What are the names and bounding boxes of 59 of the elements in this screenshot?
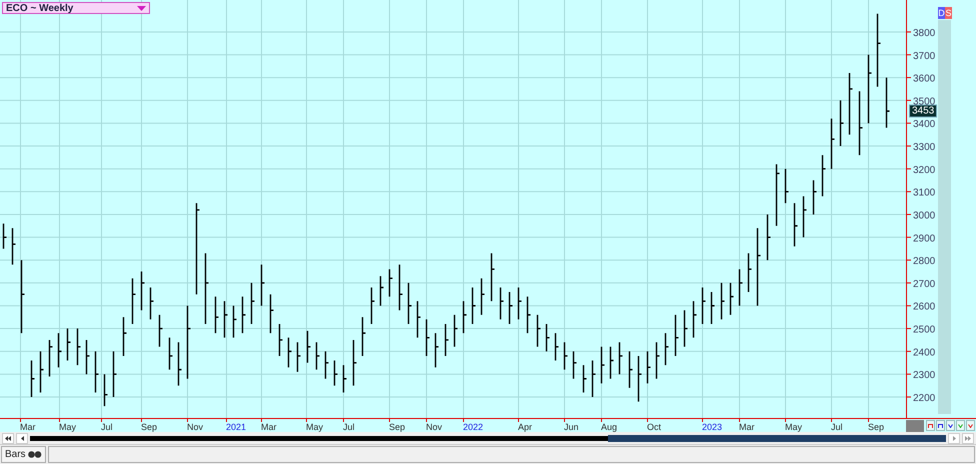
x-axis-label: Jul [831,422,843,432]
scroll-thumb[interactable] [608,434,946,442]
chart-tool-button[interactable] [926,420,935,431]
chart-tool-button[interactable] [966,420,975,431]
x-axis-label: Apr [518,422,532,432]
chart-tool-button[interactable] [946,420,955,431]
x-axis-label: 2021 [226,422,246,432]
x-axis-label: Jun [564,422,579,432]
x-axis-label: Nov [426,422,442,432]
y-axis-label: 3600 [913,74,936,85]
x-axis-label: Oct [647,422,662,432]
y-axis-label: 2500 [913,324,936,336]
last-price-tag: 3453 [909,104,938,118]
y-axis-label: 3100 [913,188,936,199]
double-left-icon [5,436,11,440]
x-axis-label: Mar [261,422,276,432]
dots-icon [28,451,42,458]
chart-title-dropdown[interactable]: ECO ~ Weekly [2,2,150,14]
scroll-left-button[interactable] [16,432,28,444]
x-axis-label: Sep [389,422,406,432]
y-axis-label: 3300 [913,142,936,154]
y-axis-label: 3400 [913,119,936,130]
scroll-start-button[interactable] [2,432,14,444]
double-right-icon [965,436,971,440]
y-axis-label: 3700 [913,50,936,62]
x-axis-label: Aug [601,422,618,432]
y-axis-label: 2300 [913,370,936,382]
right-triangle-icon [952,436,956,440]
x-axis-label: May [785,422,802,432]
y-axis-label: 2400 [913,347,936,358]
y-axis-label: 2900 [913,233,936,244]
y-axis-label: 3800 [913,28,936,39]
left-triangle-icon [20,436,24,440]
chart-tool-button[interactable] [936,420,945,431]
chart-title: ECO ~ Weekly [6,2,74,14]
scroll-end-button[interactable] [962,432,974,444]
x-axis-label: Mar [739,422,754,432]
x-axis-label: 2022 [463,422,484,432]
x-axis-label: Sep [141,422,158,432]
y-axis-label: 2200 [913,393,936,404]
x-axis-label: Mar [20,422,36,432]
x-axis-label: Jul [343,422,355,432]
scroll-track[interactable] [30,436,946,440]
scale-badge[interactable]: D [938,7,945,19]
y-axis-label: 3000 [913,210,936,222]
x-axis-label: Jul [101,422,113,432]
x-axis-label: May [306,422,324,432]
y-axis-label: 2700 [913,278,936,290]
y-axis-label: 3500 [913,96,936,108]
y-axis-label: 2800 [913,256,936,268]
bars-tab[interactable]: Bars [1,446,46,463]
y-axis-label: 2600 [913,302,936,313]
corner-box [906,420,924,432]
y-axis-label: 3200 [913,164,936,176]
x-axis-label: 2023 [702,422,722,432]
x-axis-label: Sep [868,422,884,432]
x-axis-label: Nov [187,422,204,432]
x-axis-label: May [59,422,76,432]
caret-icon [137,6,146,10]
